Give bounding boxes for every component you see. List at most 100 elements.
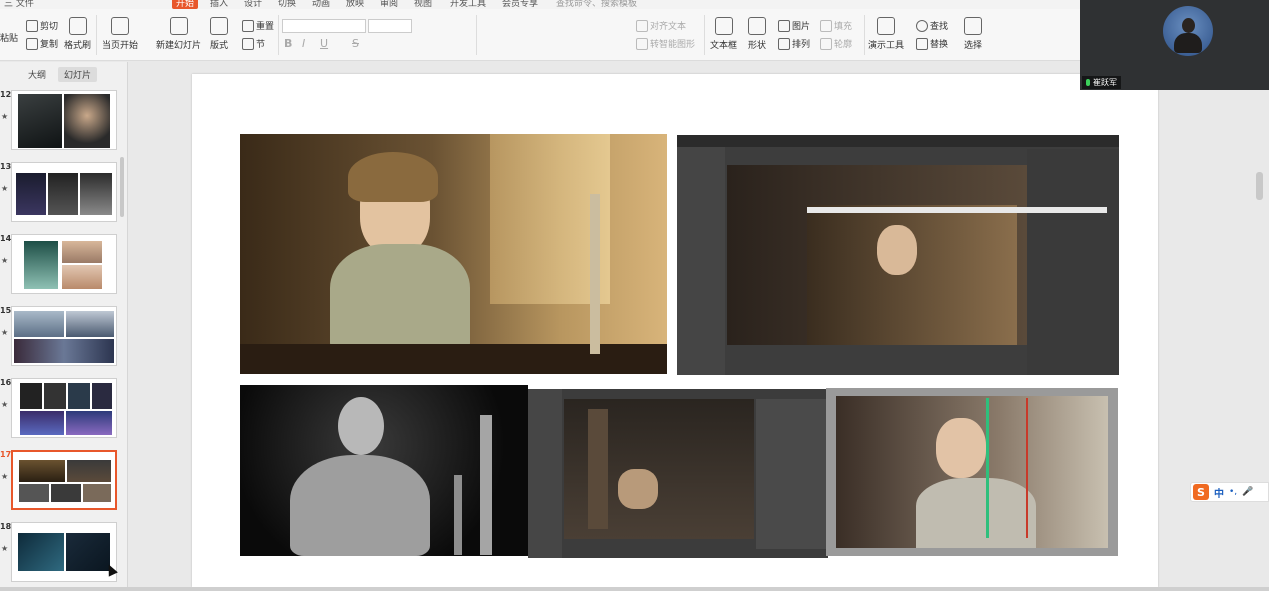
ime-toolbar[interactable]: S 中 •, 🎤: [1190, 482, 1269, 502]
ime-punctuation-toggle[interactable]: •,: [1229, 487, 1237, 497]
play-icon: [111, 17, 129, 35]
copy-label: 复制: [40, 40, 59, 50]
tab-outline[interactable]: 大纲: [22, 67, 52, 82]
menu-slideshow[interactable]: 放映: [346, 0, 364, 9]
slide-thumb-12[interactable]: 12 ★: [0, 90, 128, 152]
ime-language-toggle[interactable]: 中: [1214, 485, 1224, 500]
format-painter-button[interactable]: 格式刷: [64, 17, 91, 51]
cut-button[interactable]: 剪切: [26, 19, 58, 32]
bold-button[interactable]: B: [284, 37, 292, 50]
presentation-tools-button[interactable]: 演示工具: [868, 17, 904, 51]
italic-button[interactable]: I: [302, 37, 305, 50]
sogou-logo-icon: S: [1193, 484, 1209, 500]
presentation-tools-label: 演示工具: [868, 41, 905, 51]
render-image-girl-at-desk[interactable]: [240, 134, 667, 374]
find-label: 查找: [930, 22, 949, 32]
video-call-tile[interactable]: 崔跃军: [1080, 0, 1269, 90]
scene-layout-screenshot[interactable]: [528, 389, 828, 558]
text-align-icon: [636, 19, 648, 32]
current-slide[interactable]: [192, 74, 1158, 587]
software-viewport-screenshot[interactable]: [677, 135, 1119, 375]
text-align-button[interactable]: 对齐文本: [636, 19, 686, 32]
final-render-image[interactable]: [826, 388, 1118, 556]
picture-button[interactable]: 图片: [778, 19, 810, 32]
picture-icon: [778, 19, 790, 32]
menu-animation[interactable]: 动画: [312, 0, 330, 9]
font-size-select[interactable]: [368, 19, 412, 33]
slide-number: 14: [0, 234, 12, 243]
menu-file[interactable]: 三 文件: [4, 0, 34, 9]
format-painter-label: 格式刷: [64, 41, 92, 51]
tab-slides[interactable]: 幻灯片: [58, 67, 98, 82]
textbox-label: 文本框: [710, 41, 738, 51]
section-button[interactable]: 节: [242, 37, 265, 50]
arrange-button[interactable]: 排列: [778, 37, 810, 50]
fill-label: 填充: [834, 22, 853, 32]
paste-label: 粘贴: [0, 34, 19, 44]
slide-preview-current: [11, 450, 117, 510]
menu-transition[interactable]: 切换: [278, 0, 296, 9]
find-button[interactable]: 查找: [916, 19, 948, 32]
layout-icon: [210, 17, 228, 35]
shape-button[interactable]: 形状: [748, 17, 766, 51]
new-slide-label: 新建幻灯片: [156, 41, 202, 51]
avatar: [1163, 6, 1213, 56]
menu-view[interactable]: 视图: [414, 0, 432, 9]
slide-number: 15: [0, 306, 12, 315]
canvas-scrollbar[interactable]: [1256, 172, 1263, 200]
presentation-tools-icon: [877, 17, 895, 35]
new-slide-button[interactable]: 新建幻灯片: [156, 17, 201, 51]
font-family-select[interactable]: [282, 19, 366, 33]
paste-button[interactable]: 粘贴: [0, 31, 18, 44]
animation-star-icon: ★: [1, 328, 9, 337]
textbox-button[interactable]: 文本框: [710, 17, 737, 51]
replace-icon: [916, 37, 928, 50]
clay-sculpt-image[interactable]: [240, 385, 528, 556]
slide-thumb-14[interactable]: 14 ★: [0, 234, 128, 296]
copy-button[interactable]: 复制: [26, 37, 58, 50]
replace-button[interactable]: 替换: [916, 37, 948, 50]
fill-button[interactable]: 填充: [820, 19, 852, 32]
menu-member[interactable]: 会员专享: [502, 0, 538, 9]
slide-editor-canvas: [129, 62, 1269, 587]
slide-preview: [11, 378, 117, 438]
menu-developer[interactable]: 开发工具: [450, 0, 486, 9]
slide-thumb-13[interactable]: 13 ★: [0, 162, 128, 224]
menu-design[interactable]: 设计: [244, 0, 262, 9]
menu-review[interactable]: 审阅: [380, 0, 398, 9]
slide-preview: [11, 162, 117, 222]
convert-smartart-button[interactable]: 转智能图形: [636, 37, 695, 50]
animation-star-icon: ★: [1, 472, 9, 481]
slide-preview: [11, 522, 117, 582]
slide-thumb-16[interactable]: 16 ★: [0, 378, 128, 440]
reset-label: 重置: [256, 22, 275, 32]
slide-thumb-17[interactable]: 17 ★: [0, 450, 128, 512]
animation-star-icon: ★: [1, 112, 9, 121]
fill-icon: [820, 19, 832, 32]
slide-number: 12: [0, 90, 12, 99]
select-button[interactable]: 选择: [964, 17, 982, 51]
slide-preview: [11, 306, 117, 366]
section-label: 节: [256, 40, 266, 50]
strikethrough-button[interactable]: S: [352, 37, 359, 50]
section-icon: [242, 37, 254, 50]
animation-star-icon: ★: [1, 544, 9, 553]
slide-thumb-15[interactable]: 15 ★: [0, 306, 128, 368]
slide-thumbnail-panel: 大纲 幻灯片 12 ★ 13 ★ 14 ★ 15 ★ 16 ★ 17 ★ 18 …: [0, 62, 128, 591]
reset-button[interactable]: 重置: [242, 19, 274, 32]
shape-icon: [748, 17, 766, 35]
layout-button[interactable]: 版式: [210, 17, 228, 51]
smartart-icon: [636, 37, 648, 50]
command-search[interactable]: 查找命令、搜索模板: [556, 0, 637, 9]
select-label: 选择: [964, 41, 983, 51]
menu-insert[interactable]: 插入: [210, 0, 228, 9]
underline-button[interactable]: U: [320, 37, 328, 50]
shape-label: 形状: [748, 41, 767, 51]
ime-voice-icon[interactable]: 🎤: [1242, 487, 1253, 497]
play-from-current-button[interactable]: 当页开始: [102, 17, 138, 51]
outline-button[interactable]: 轮廓: [820, 37, 852, 50]
copy-icon: [26, 37, 38, 50]
slide-preview: [11, 234, 117, 294]
animation-star-icon: ★: [1, 400, 9, 409]
menu-home[interactable]: 开始: [172, 0, 199, 9]
